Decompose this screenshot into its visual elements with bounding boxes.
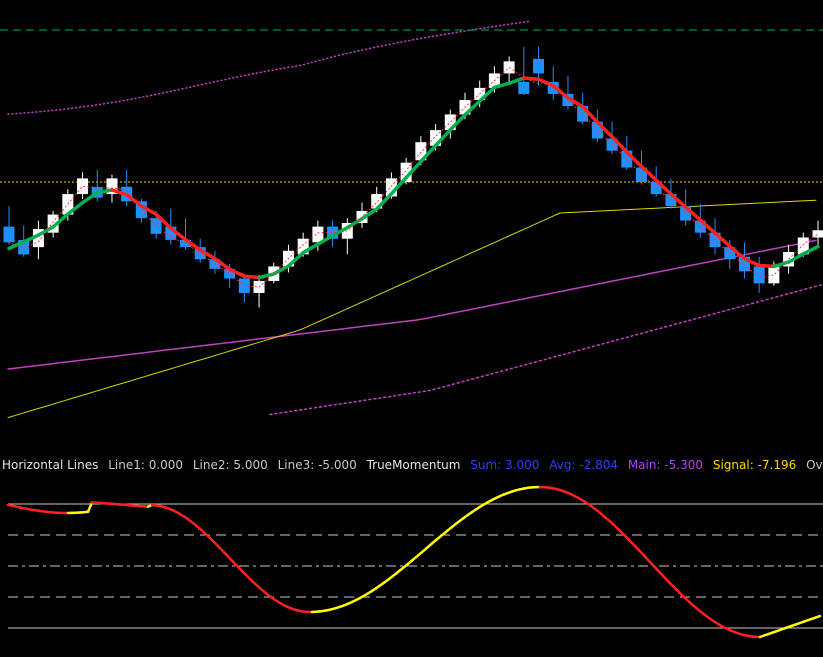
candle-body bbox=[3, 226, 15, 243]
candle-body bbox=[812, 230, 823, 238]
oscillator-line-segment bbox=[814, 614, 822, 619]
signal-value: Signal: -7.196 bbox=[712, 458, 797, 472]
moving-average-segment bbox=[757, 263, 776, 269]
trading-chart[interactable] bbox=[0, 0, 823, 657]
indicator-name: Horizontal Lines bbox=[2, 458, 99, 472]
candle-body bbox=[768, 266, 780, 284]
oscillator-title: TrueMomentum bbox=[366, 458, 461, 472]
middle-band-line bbox=[7, 239, 817, 370]
indicator-label: Horizontal Lines Line1: 0.000 Line2: 5.0… bbox=[2, 458, 823, 473]
line3-value: Line3: -5.000 bbox=[277, 458, 357, 472]
candle-body bbox=[518, 81, 530, 94]
candle-body bbox=[753, 266, 765, 284]
candle-body bbox=[77, 178, 89, 195]
slow-average-line bbox=[7, 199, 817, 419]
fast-average-line bbox=[8, 66, 819, 288]
line1-value: Line1: 0.000 bbox=[108, 458, 184, 472]
line2-value: Line2: 5.000 bbox=[192, 458, 268, 472]
moving-average-segment bbox=[242, 274, 261, 280]
price-panel[interactable] bbox=[0, 20, 823, 419]
main-value: Main: -5.300 bbox=[627, 458, 704, 472]
upper-band-line bbox=[7, 20, 531, 115]
sum-value: Sum: 3.000 bbox=[470, 458, 540, 472]
candle-body bbox=[150, 218, 162, 234]
lower-band-line bbox=[269, 283, 823, 416]
candle-body bbox=[533, 58, 545, 74]
overbought-label: Overb bbox=[806, 458, 823, 472]
oscillator-panel[interactable] bbox=[6, 485, 823, 639]
avg-value: Avg: -2.804 bbox=[549, 458, 618, 472]
